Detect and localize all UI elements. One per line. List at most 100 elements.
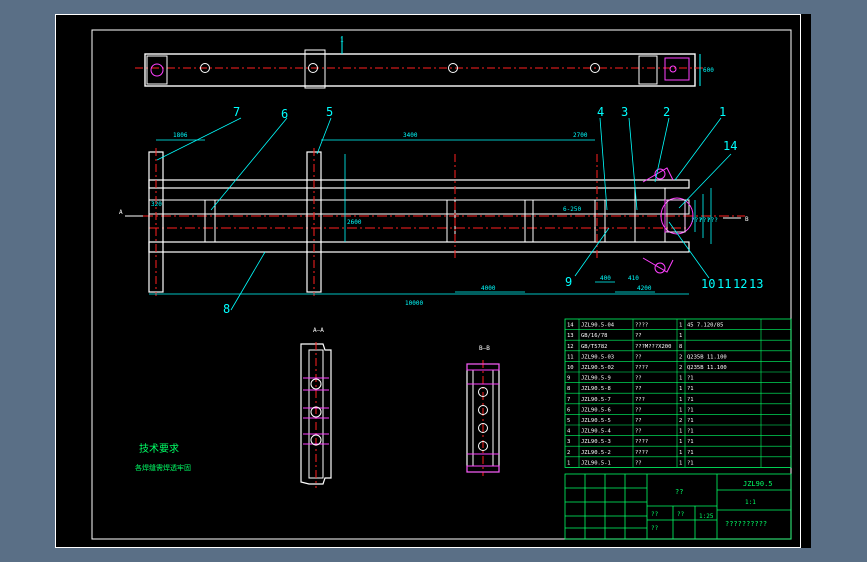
bom-cell-mat: ?1 [687, 376, 694, 382]
callout-1: 1 [719, 105, 726, 119]
callout-2: 2 [663, 105, 670, 119]
bom-cell-no: 14 [567, 323, 574, 329]
callout-8: 8 [223, 302, 230, 316]
callout-11: 11 [717, 277, 731, 291]
title-block-drawing-no: JZL90.5 [743, 480, 773, 488]
bom-cell-code: JZL90.5-8 [581, 386, 611, 392]
title-block-header-a: ?? [651, 511, 659, 518]
bom-cell-no: 13 [567, 333, 574, 339]
bom-cell-name: ?? [635, 460, 642, 466]
bom-cell-no: 3 [567, 439, 570, 445]
title-block-ratio: 1:25 [699, 513, 714, 520]
bom-cell-qty: 1 [679, 323, 682, 329]
bom-cell-no: 5 [567, 418, 570, 424]
bom-cell-qty: 2 [679, 365, 682, 371]
bom-cell-code: JZL90.5-7 [581, 397, 611, 403]
dim-10000: 10000 [405, 300, 423, 307]
view-arrow-a: A [119, 209, 123, 216]
bom-cell-mat: ?1 [687, 397, 694, 403]
bom-cell-no: 7 [567, 397, 570, 403]
bom-cell-code: JZL90.5-9 [581, 376, 611, 382]
bom-cell-name: ?? [635, 407, 642, 413]
bom-cell-mat: ?1 [687, 450, 694, 456]
dim-1806: 1806 [173, 132, 188, 139]
bom-cell-qty: 1 [679, 397, 682, 403]
bom-cell-mat: ?1 [687, 418, 694, 424]
note-6-250: 6-250 [563, 206, 581, 213]
bom-cell-no: 1 [567, 460, 570, 466]
bom-cell-mat: ?1 [687, 429, 694, 435]
bom-cell-name: ?? [635, 354, 642, 360]
notes-line-1: 各焊缝需焊透牢固 [135, 463, 191, 472]
dim-400: 400 [600, 275, 611, 282]
bom-cell-name: ??? [635, 397, 645, 403]
dim-2700: 2700 [573, 132, 588, 139]
bom-cell-name: ???M???X200 [635, 344, 671, 350]
bom-cell-no: 4 [567, 429, 571, 435]
cad-viewport[interactable]: 1 600 1806 3400 2700 2600 10000 4000 400… [55, 14, 811, 548]
bom-cell-no: 10 [567, 365, 574, 371]
bom-cell-qty: 1 [679, 333, 682, 339]
bom-cell-no: 9 [567, 376, 570, 382]
title-block-company: ?????????? [725, 520, 767, 528]
callout-10: 10 [701, 277, 715, 291]
title-block-header-c: ?? [651, 525, 659, 532]
bom-cell-code: GB/T5782 [581, 344, 608, 350]
main-view [125, 148, 745, 296]
bom-cell-code: JZL90.5-2 [581, 450, 611, 456]
bom-cell-name: ???? [635, 439, 648, 445]
callout-9: 9 [565, 275, 572, 289]
cad-drawing[interactable]: 1 600 1806 3400 2700 2600 10000 4000 400… [55, 14, 811, 548]
view-arrow-b: B [745, 216, 749, 223]
dim-2600: 2600 [347, 219, 362, 226]
bom-cell-mat: 45 7.120/85 [687, 323, 723, 329]
bom-cell-code: JZL90.5-04 [581, 323, 615, 329]
dim-3400: 3400 [403, 132, 418, 139]
bom-cell-qty: 2 [679, 418, 682, 424]
bom-cell-code: JZL90.5-6 [581, 407, 611, 413]
callout-3: 3 [621, 105, 628, 119]
mark-320: 320 [151, 201, 162, 208]
title-block-scale: 1:1 [745, 499, 756, 506]
bom-cell-qty: 1 [679, 407, 682, 413]
right-dim-3: ??? [707, 217, 718, 224]
dimension-lines [149, 139, 712, 295]
dim-4200: 4200 [637, 285, 652, 292]
callout-7: 7 [233, 105, 240, 119]
top-view-height-dim: 600 [703, 67, 714, 74]
bom-cell-name: ?? [635, 418, 642, 424]
bom-cell-no: 2 [567, 450, 570, 456]
bom-cell-no: 11 [567, 354, 574, 360]
bom-cell-name: ?? [635, 386, 642, 392]
callout-13: 13 [749, 277, 763, 291]
section-b-label: B—B [479, 345, 490, 352]
bom-cell-qty: 1 [679, 386, 682, 392]
bom-cell-no: 6 [567, 407, 570, 413]
bom-cell-code: GB/16/78 [581, 333, 608, 339]
top-view-dim: 1 [340, 37, 344, 44]
bom-cell-qty: 1 [679, 450, 682, 456]
callout-5: 5 [326, 105, 333, 119]
bom-cell-no: 8 [567, 386, 570, 392]
bom-cell-mat: ?1 [687, 386, 694, 392]
title-block-name: ?? [675, 488, 683, 496]
dim-4000: 4000 [481, 285, 496, 292]
callout-6: 6 [281, 107, 288, 121]
bom-cell-name: ???? [635, 323, 648, 329]
bom-cell-no: 12 [567, 344, 574, 350]
callout-12: 12 [733, 277, 747, 291]
bom-cell-mat: Q235B 11.100 [687, 365, 727, 371]
bom-cell-code: JZL90.5-5 [581, 418, 611, 424]
callout-14: 14 [723, 139, 737, 153]
section-b-view [466, 360, 500, 476]
bom-cell-qty: 8 [679, 344, 682, 350]
bom-cell-mat: ?1 [687, 460, 694, 466]
bom-cell-name: ???? [635, 365, 648, 371]
bom-cell-mat: Q235B 11.100 [687, 354, 727, 360]
notes-title: 技术要求 [139, 442, 179, 455]
bom-cell-code: JZL90.5-03 [581, 354, 614, 360]
section-a-view [300, 342, 332, 488]
title-block-header-b: ?? [677, 511, 685, 518]
dim-410: 410 [628, 275, 639, 282]
bom-cell-qty: 1 [679, 439, 682, 445]
